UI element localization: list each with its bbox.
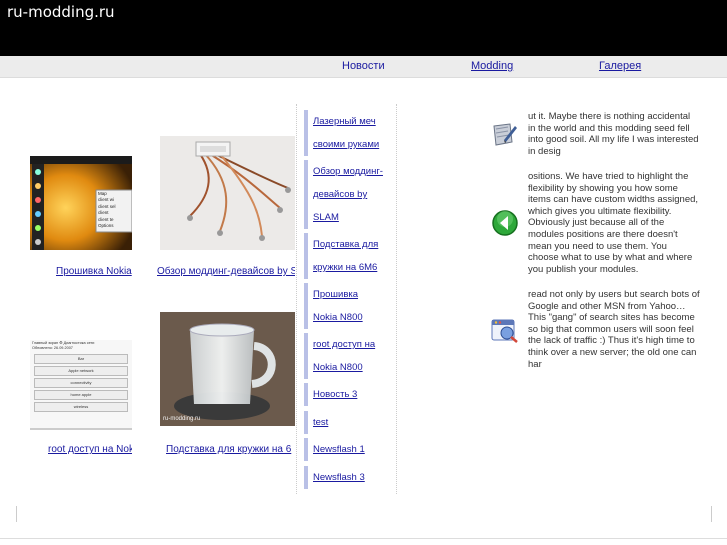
- gallery-caption-devices[interactable]: Обзор моддинг-девайсов by S: [157, 266, 295, 277]
- news-item[interactable]: Обзор моддинг- девайсов by SLAM: [304, 160, 390, 229]
- phone-menu: Map client wi client sel client client t…: [98, 191, 116, 229]
- news-item[interactable]: Newsflash 1: [304, 438, 390, 461]
- nav-link-gallery[interactable]: Галерея: [599, 60, 641, 72]
- footer-bar: [16, 506, 712, 522]
- site-header: ru-modding.ru: [0, 0, 727, 56]
- news-item[interactable]: Новость 3: [304, 383, 390, 406]
- screen-title: Главный экран ⚙ Диагностика сети: [32, 341, 95, 345]
- image-watermark: ru-modding.ru: [163, 416, 201, 422]
- news-item[interactable]: Подставка для кружки на 6М6: [304, 233, 390, 279]
- column-divider: [396, 104, 397, 494]
- site-title[interactable]: ru-modding.ru: [7, 3, 115, 21]
- gallery-caption-firmware[interactable]: Прошивка Nokia: [56, 266, 132, 277]
- news-item[interactable]: root доступ на Nokia N800: [304, 333, 390, 379]
- news-item[interactable]: Лазерный меч своими руками: [304, 110, 390, 156]
- mug-image: [174, 323, 276, 420]
- module-text: read not only by users but search bots o…: [528, 289, 700, 370]
- search-window-icon: [491, 319, 518, 343]
- news-item[interactable]: Прошивка Nokia N800: [304, 283, 390, 329]
- gallery-caption-root[interactable]: root доступ на Nok: [48, 444, 132, 455]
- module-text: ut it. Maybe there is nothing accidental…: [528, 111, 699, 157]
- nav-link-modding[interactable]: Modding: [471, 60, 513, 72]
- footer-divider: [0, 538, 727, 539]
- gallery-thumb-devices[interactable]: [160, 136, 295, 250]
- main-nav: Новости Modding Галерея: [0, 56, 727, 78]
- news-item[interactable]: test: [304, 411, 390, 434]
- gallery-thumb-mug[interactable]: ru-modding.ru: [160, 312, 295, 426]
- column-divider: [296, 104, 297, 494]
- module-text: ositions. We have tried to highlight the…: [528, 171, 699, 275]
- screen-menu: Bar Apple network connectivity home appl…: [34, 354, 128, 414]
- news-item[interactable]: Newsflash 3: [304, 466, 390, 489]
- screen-date: Обновлено: 26.09.2007: [32, 346, 73, 350]
- nav-link-news[interactable]: Новости: [342, 60, 385, 72]
- cables-image: [187, 141, 291, 241]
- gallery-thumb-root[interactable]: Главный экран ⚙ Диагностика сети Обновле…: [30, 340, 132, 430]
- gallery-caption-mug[interactable]: Подставка для кружки на 6: [166, 444, 295, 455]
- gallery-thumb-firmware[interactable]: Map client wi client sel client client t…: [30, 156, 132, 250]
- edit-document-icon: [493, 123, 517, 146]
- green-back-arrow-icon: [492, 210, 518, 236]
